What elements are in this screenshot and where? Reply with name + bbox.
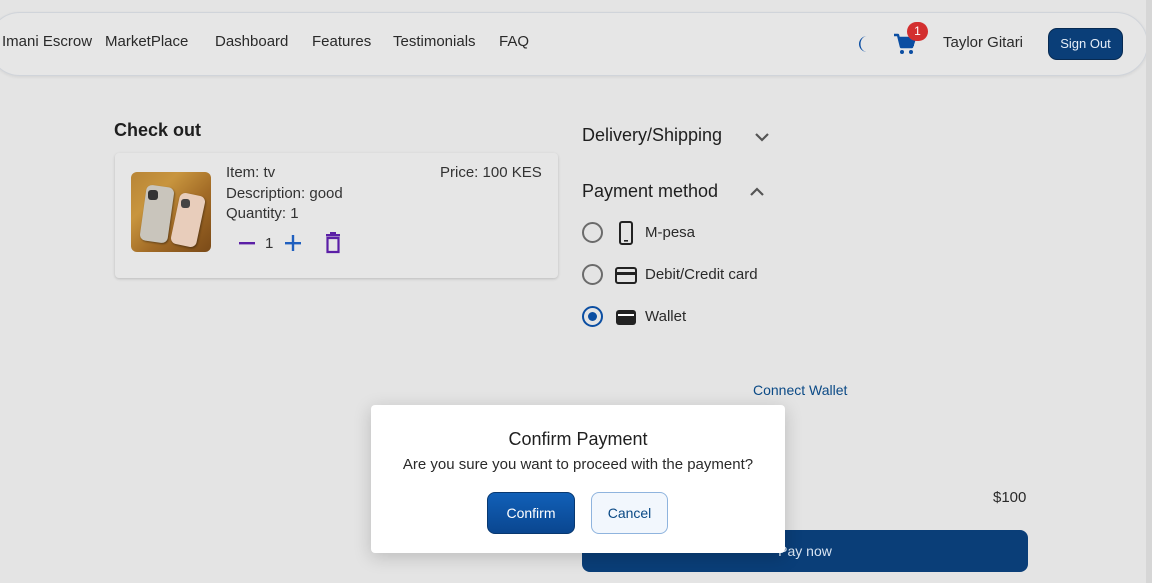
item-name: Item: tv [226,164,276,181]
payment-option-wallet[interactable]: Wallet [582,305,782,329]
phone-icon [619,221,633,245]
nav-link-faq[interactable]: FAQ [499,32,529,52]
dialog-title: Confirm Payment [508,429,648,449]
item-price: Price: 100 KES [440,164,542,181]
payment-option-card[interactable]: Debit/Credit card [582,263,782,287]
credit-card-icon [615,267,637,284]
nav-link-dashboard[interactable]: Dashboard [215,32,288,52]
delivery-section-title[interactable]: Delivery/Shipping [582,125,722,146]
chevron-up-icon[interactable] [749,186,765,198]
payment-option-mpesa[interactable]: M-pesa [582,221,782,245]
checkout-title: Check out [114,120,202,140]
payment-option-label: M-pesa [645,224,696,241]
connect-wallet-link[interactable]: Connect Wallet [753,382,847,398]
cart-item-card: Item: tv Description: good Quantity: 1 P… [115,153,558,278]
page-scrollbar[interactable] [1146,0,1152,583]
increase-quantity-icon[interactable] [283,233,303,253]
nav-link-testimonials[interactable]: Testimonials [393,32,476,52]
chevron-down-icon[interactable] [754,131,770,143]
radio-card[interactable] [582,264,603,285]
dark-mode-toggle-icon[interactable] [857,35,873,53]
payment-option-label: Wallet [645,308,687,325]
item-description: Description: good [226,185,343,202]
radio-wallet[interactable] [582,306,603,327]
quantity-value: 1 [265,235,274,252]
confirm-payment-dialog: Confirm Payment Are you sure you want to… [371,405,785,553]
radio-mpesa[interactable] [582,222,603,243]
cart-count-badge: 1 [907,22,928,41]
nav-link-features[interactable]: Features [312,32,371,52]
cancel-button[interactable]: Cancel [591,492,668,534]
payment-section-title[interactable]: Payment method [582,181,718,202]
total-amount: $100 [993,489,1027,506]
item-quantity: Quantity: 1 [226,205,299,222]
nav-link-marketplace[interactable]: MarketPlace [105,32,188,52]
user-name[interactable]: Taylor Gitari [943,34,1023,51]
sign-out-button[interactable]: Sign Out [1048,28,1123,60]
payment-option-label: Debit/Credit card [645,266,758,283]
item-image [131,172,211,252]
brand-logo-text[interactable]: Imani Escrow [2,32,92,52]
wallet-icon [616,310,636,325]
decrease-quantity-icon[interactable] [237,233,257,253]
confirm-button[interactable]: Confirm [487,492,575,534]
delete-trash-icon[interactable] [323,232,343,254]
dialog-message: Are you sure you want to proceed with th… [402,456,754,473]
